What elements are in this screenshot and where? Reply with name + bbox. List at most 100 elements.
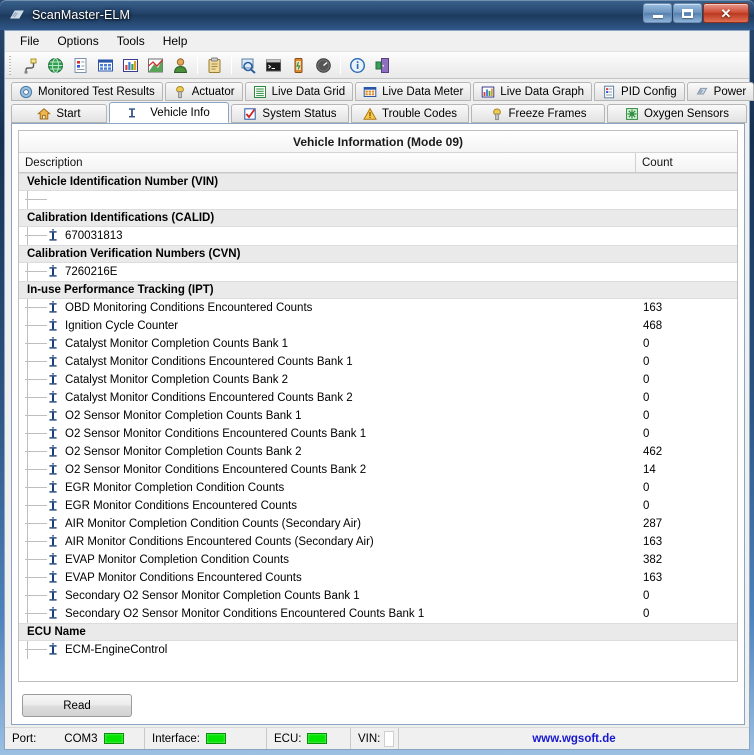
row-count: 0 (643, 356, 650, 368)
tab-live-data-meter[interactable]: Live Data Meter (355, 82, 472, 101)
grid-row[interactable]: 7260216E (19, 263, 737, 281)
read-button[interactable]: Read (22, 694, 132, 717)
grid-row[interactable]: Catalyst Monitor Conditions Encountered … (19, 389, 737, 407)
grid-row[interactable]: Secondary O2 Sensor Monitor Completion C… (19, 587, 737, 605)
group-label: Calibration Verification Numbers (CVN) (27, 248, 241, 260)
tab-pid-config[interactable]: PID Config (594, 82, 685, 101)
read-bar: Read (12, 688, 744, 724)
row-description (19, 191, 635, 209)
grid-icon[interactable] (94, 54, 117, 77)
tab-power[interactable]: Power (686, 82, 754, 101)
grid-row[interactable]: EVAP Monitor Completion Condition Counts… (19, 551, 737, 569)
row-description: Catalyst Monitor Completion Counts Bank … (19, 335, 635, 353)
grid-row[interactable]: Catalyst Monitor Completion Counts Bank … (19, 371, 737, 389)
row-description: ECU Name (19, 626, 635, 638)
window-title: ScanMaster-ELM (32, 8, 130, 22)
grid-row[interactable]: O2 Sensor Monitor Completion Counts Bank… (19, 407, 737, 425)
tab-vehicle-info[interactable]: Vehicle Info (109, 102, 229, 123)
application-window: ScanMaster-ELM ✕ File Options Tools Help (0, 0, 754, 755)
snow-icon (490, 107, 504, 121)
row-label: O2 Sensor Monitor Conditions Encountered… (65, 428, 367, 440)
report-icon[interactable] (69, 54, 92, 77)
inspect-icon[interactable] (237, 54, 260, 77)
tab-oxygen-sensors[interactable]: Oxygen Sensors (607, 104, 747, 123)
row-label: AIR Monitor Completion Condition Counts … (65, 518, 361, 530)
grid-row[interactable]: O2 Sensor Monitor Conditions Encountered… (19, 461, 737, 479)
minimize-button[interactable] (643, 3, 672, 23)
column-header-description[interactable]: Description (19, 157, 635, 169)
row-label: O2 Sensor Monitor Completion Counts Bank… (65, 446, 302, 458)
info-i-icon (49, 517, 57, 529)
chart-icon[interactable] (119, 54, 142, 77)
row-count: 287 (643, 518, 663, 530)
info-icon[interactable] (346, 54, 369, 77)
connect-icon[interactable] (19, 54, 42, 77)
grid-row[interactable]: EGR Monitor Conditions Encountered Count… (19, 497, 737, 515)
tab-live-data-graph[interactable]: Live Data Graph (473, 82, 593, 101)
row-description: Secondary O2 Sensor Monitor Completion C… (19, 587, 635, 605)
grid-group-row[interactable]: Vehicle Identification Number (VIN) (19, 173, 737, 191)
client-area: File Options Tools Help Monitored Test R… (4, 30, 754, 750)
row-description: Catalyst Monitor Conditions Encountered … (19, 389, 635, 407)
row-count: 0 (643, 392, 650, 404)
menu-options[interactable]: Options (48, 32, 107, 50)
grid-row[interactable] (19, 191, 737, 209)
user-icon[interactable] (169, 54, 192, 77)
close-button[interactable]: ✕ (703, 3, 749, 23)
clipboard-icon[interactable] (203, 54, 226, 77)
menu-file[interactable]: File (11, 32, 48, 50)
tree-connector-icon (25, 227, 47, 245)
gauge-icon[interactable] (312, 54, 335, 77)
grid-group-row[interactable]: Calibration Identifications (CALID) (19, 209, 737, 227)
tab-start[interactable]: Start (11, 104, 107, 123)
terminal-icon[interactable] (262, 54, 285, 77)
tree-connector-icon (25, 461, 47, 479)
tab-label: Start (56, 107, 81, 120)
vehicle-info-panel: Vehicle Information (Mode 09) Descriptio… (11, 123, 745, 725)
graph-icon[interactable] (144, 54, 167, 77)
row-description: AIR Monitor Completion Condition Counts … (19, 515, 635, 533)
grid-group-row[interactable]: In-use Performance Tracking (IPT) (19, 281, 737, 299)
grid-row[interactable]: O2 Sensor Monitor Completion Counts Bank… (19, 443, 737, 461)
grid-row[interactable]: AIR Monitor Conditions Encountered Count… (19, 533, 737, 551)
grid-row[interactable]: EGR Monitor Completion Condition Counts 0 (19, 479, 737, 497)
maximize-button[interactable] (673, 3, 702, 23)
tab-freeze-frames[interactable]: Freeze Frames (471, 104, 605, 123)
tab-trouble-codes[interactable]: Trouble Codes (351, 104, 469, 123)
grid-group-row[interactable]: ECU Name (19, 623, 737, 641)
tab-label: System Status (262, 107, 337, 120)
tab-system-status[interactable]: System Status (231, 104, 349, 123)
info-i-icon (49, 571, 57, 583)
menu-help[interactable]: Help (154, 32, 197, 50)
grid-group-row[interactable]: Calibration Verification Numbers (CVN) (19, 245, 737, 263)
toolbar-grip[interactable] (9, 55, 13, 75)
tree-connector-icon (25, 587, 47, 605)
grid-row[interactable]: 670031813 (19, 227, 737, 245)
grid-row[interactable]: Secondary O2 Sensor Monitor Conditions E… (19, 605, 737, 623)
tab-label: Oxygen Sensors (643, 107, 729, 120)
grid-row[interactable]: AIR Monitor Completion Condition Counts … (19, 515, 737, 533)
globe-icon[interactable] (44, 54, 67, 77)
tab-label: Live Data Grid (271, 85, 346, 98)
grid-row[interactable]: O2 Sensor Monitor Conditions Encountered… (19, 425, 737, 443)
website-link[interactable]: www.wgsoft.de (532, 733, 615, 745)
row-description: O2 Sensor Monitor Conditions Encountered… (19, 425, 635, 443)
grid-row[interactable]: Catalyst Monitor Completion Counts Bank … (19, 335, 737, 353)
grid-row[interactable]: Ignition Cycle Counter 468 (19, 317, 737, 335)
grid-row[interactable]: ECM-EngineControl (19, 641, 737, 659)
exit-icon[interactable] (371, 54, 394, 77)
grid-container: Vehicle Information (Mode 09) Descriptio… (18, 130, 738, 682)
menu-tools[interactable]: Tools (108, 32, 154, 50)
tab-actuator[interactable]: Actuator (164, 82, 243, 101)
tree-connector-icon (25, 335, 47, 353)
column-header-count[interactable]: Count (635, 153, 737, 172)
row-count: 163 (643, 302, 663, 314)
tab-monitored-test-results[interactable]: Monitored Test Results (11, 82, 163, 101)
tab-live-data-grid[interactable]: Live Data Grid (244, 82, 354, 101)
grid-row[interactable]: OBD Monitoring Conditions Encountered Co… (19, 299, 737, 317)
grid-row[interactable]: Catalyst Monitor Conditions Encountered … (19, 353, 737, 371)
grid-row[interactable]: EVAP Monitor Conditions Encountered Coun… (19, 569, 737, 587)
row-count: 0 (643, 608, 650, 620)
row-label: AIR Monitor Conditions Encountered Count… (65, 536, 374, 548)
battery-icon[interactable] (287, 54, 310, 77)
